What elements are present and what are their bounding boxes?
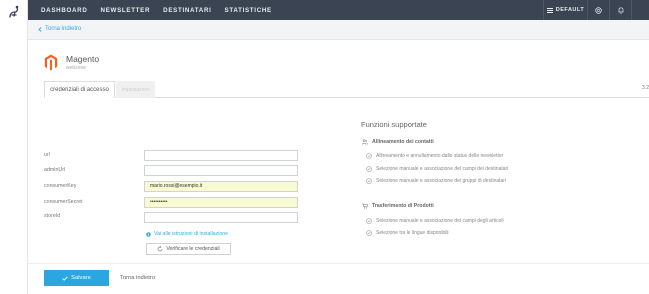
feature-label: Selezione manuale e associazione dei gru… — [376, 178, 507, 184]
version-label: 3.2 — [642, 85, 649, 91]
magento-logo-icon — [44, 54, 58, 71]
url-field[interactable] — [144, 150, 298, 161]
grid-icon — [546, 7, 553, 13]
back-link-label: Torna indietro — [45, 26, 82, 32]
check-icon — [62, 275, 68, 281]
nav-item-statistics[interactable]: STATISTICHE — [225, 7, 272, 14]
plugin-subtitle: webzone — [66, 65, 87, 71]
check-circle-icon — [366, 230, 372, 236]
consumer-key-label: consumerKey — [44, 183, 77, 189]
feature-label: Selezione manuale e associazione dei cam… — [376, 218, 504, 224]
check-circle-icon — [366, 178, 372, 184]
save-button[interactable]: Salvare — [44, 270, 109, 286]
store-id-label: storeId — [44, 213, 61, 219]
theme-label: DEFAULT — [555, 7, 585, 13]
plugin-name: Magento — [66, 54, 100, 64]
feature-item: Selezione manuale e associazione dei gru… — [366, 178, 506, 184]
feature-item: Selezione manuale e associazione dei cam… — [366, 218, 504, 224]
save-button-label: Salvare — [71, 275, 91, 281]
products-transfer-heading: Trasferimento di Prodotti — [362, 203, 434, 209]
footer-divider — [28, 263, 649, 264]
left-rail — [0, 0, 28, 294]
check-circle-icon — [366, 166, 372, 172]
contacts-alignment-title: Allineamento dei contatti — [372, 139, 434, 145]
products-transfer-title: Trasferimento di Prodotti — [372, 203, 434, 209]
user-menu-button[interactable] — [631, 0, 649, 20]
plugin-header: Magento webzone — [44, 54, 99, 71]
info-icon — [146, 231, 151, 237]
help-icon — [595, 6, 602, 14]
contacts-alignment-heading: Allineamento dei contatti — [362, 139, 434, 145]
app-logo-icon[interactable] — [7, 4, 21, 20]
help-button[interactable] — [587, 0, 609, 20]
notifications-button[interactable] — [609, 0, 631, 20]
top-navigation-bar: DASHBOARD NEWSLETTER DESTINATARI STATIST… — [28, 0, 649, 20]
feature-label: Allineamento e annullamento dallo status… — [376, 153, 504, 159]
settings-tabs: credenziali di accesso Impostazioni 3.2 — [44, 81, 649, 98]
nav-item-dashboard[interactable]: DASHBOARD — [41, 7, 88, 14]
top-right-controls: DEFAULT — [543, 0, 649, 20]
theme-selector[interactable]: DEFAULT — [543, 0, 587, 20]
supported-functions-title: Funzioni supportate — [361, 120, 427, 129]
feature-item: Allineamento e annullamento dallo status… — [366, 153, 503, 159]
consumer-secret-label: consumerSecret — [44, 199, 83, 205]
chevron-left-icon — [38, 26, 42, 32]
check-circle-icon — [366, 218, 372, 224]
refresh-icon — [158, 246, 163, 252]
feature-item: Selezione manuale e associazione dei cam… — [366, 166, 508, 172]
back-link[interactable]: Torna indietro — [38, 26, 81, 32]
consumer-key-field[interactable]: mario.rossi@esempio.it — [144, 181, 298, 192]
breadcrumb-bar: Torna indietro — [28, 20, 649, 40]
consumer-secret-field[interactable]: •••••••••• — [144, 197, 298, 208]
check-circle-icon — [366, 153, 372, 159]
bell-icon — [618, 6, 623, 14]
tab-settings[interactable]: Impostazioni — [116, 81, 155, 98]
installation-help-label: Vai alle istruzioni di installazione — [154, 231, 229, 237]
back-button[interactable]: Torna indietro — [110, 270, 165, 286]
admin-url-label: adminUrl — [44, 167, 66, 173]
verify-credentials-button[interactable]: Verificare le credenziali — [146, 243, 231, 255]
verify-credentials-label: Verificare le credenziali — [166, 246, 220, 252]
cart-icon — [362, 203, 368, 209]
url-label: url — [44, 152, 50, 158]
feature-item: Selezione tra le lingue disponibili — [366, 230, 449, 236]
tab-credentials[interactable]: credenziali di accesso — [44, 81, 115, 98]
feature-label: Selezione tra le lingue disponibili — [376, 230, 449, 236]
nav-item-recipients[interactable]: DESTINATARI — [163, 7, 211, 14]
nav-item-newsletter[interactable]: NEWSLETTER — [101, 7, 151, 14]
main-nav: DASHBOARD NEWSLETTER DESTINATARI STATIST… — [41, 0, 272, 20]
feature-label: Selezione manuale e associazione dei cam… — [376, 166, 509, 172]
store-id-field[interactable] — [144, 212, 298, 223]
people-icon — [362, 139, 368, 145]
admin-url-field[interactable] — [144, 165, 298, 176]
plugin-title-block: Magento webzone — [66, 54, 99, 71]
installation-help-link[interactable]: Vai alle istruzioni di installazione — [146, 231, 228, 237]
